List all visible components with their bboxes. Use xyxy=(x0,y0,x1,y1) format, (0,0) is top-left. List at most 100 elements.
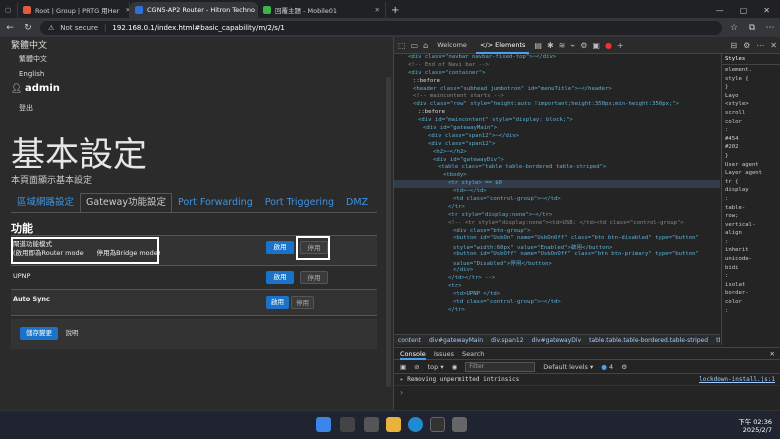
tab-elements[interactable]: </> Elements xyxy=(475,37,530,54)
maximize-icon[interactable]: ▢ xyxy=(740,6,748,15)
issues-icon[interactable]: ⊟ xyxy=(730,41,737,50)
more-icon[interactable]: ⋯ xyxy=(756,41,764,50)
dom-node-line[interactable]: <div id="gatewayDiv"> xyxy=(394,157,720,165)
inspect-icon[interactable]: ⬚ xyxy=(398,41,406,50)
back-icon[interactable]: ← xyxy=(4,23,16,33)
breadcrumb-item[interactable]: div.span12 xyxy=(491,337,524,344)
url-text[interactable]: 192.168.0.1/index.html#basic_capability/… xyxy=(112,24,284,32)
console-prompt[interactable]: › xyxy=(394,386,780,399)
tab-welcome[interactable]: Welcome xyxy=(433,37,471,54)
clock[interactable]: 下午 02:36 2025/2/7 xyxy=(738,418,772,434)
console-settings-icon[interactable]: ⚙ xyxy=(621,363,627,371)
breadcrumb-item[interactable]: div#gatewayDiv xyxy=(532,337,582,344)
settings-icon[interactable]: ⚙ xyxy=(743,41,750,50)
close-icon[interactable]: ✕ xyxy=(119,6,129,14)
dom-node-line[interactable]: <tr style> == $0 xyxy=(394,180,720,189)
dom-node-line[interactable]: <button id="UsbOn" name="UsbOnOff" class… xyxy=(394,235,720,243)
dom-node-line[interactable]: <!-- maincontent starts --> xyxy=(394,93,720,101)
dom-node-line[interactable]: <td class="control-group">⋯</td> xyxy=(394,299,720,307)
new-tab-button[interactable]: + xyxy=(386,2,404,18)
tab-issues[interactable]: Issues xyxy=(434,350,454,358)
breadcrumb-item[interactable]: content xyxy=(398,337,421,344)
dom-node-line[interactable]: <div class="span12">⋯</div> xyxy=(394,133,720,141)
dom-node-line[interactable]: <tr style="display:none">⋯</tr> xyxy=(394,212,720,220)
dom-node-line[interactable]: <tbody> xyxy=(394,172,720,180)
upnp-enable-button[interactable]: 啟用 xyxy=(266,271,294,284)
star-icon[interactable]: ☆ xyxy=(728,23,740,33)
context-select[interactable]: top ▾ xyxy=(428,363,444,371)
help-button[interactable]: 說明 xyxy=(62,327,82,340)
gateway-enable-button[interactable]: 啟用 xyxy=(266,241,294,254)
dom-node-line[interactable]: ::before xyxy=(394,78,720,86)
start-icon[interactable] xyxy=(316,417,331,432)
tab-port-triggering[interactable]: Port Triggering xyxy=(259,193,340,213)
dom-node-line[interactable]: <div class="navbar navbar-fixed-top">⋯</… xyxy=(394,54,720,62)
device-icon[interactable]: ▭ xyxy=(411,41,419,50)
dom-node-line[interactable]: <div id="gatewayMain"> xyxy=(394,125,720,133)
upnp-disable-button[interactable]: 停用 xyxy=(300,271,328,284)
dom-node-line[interactable]: <div id="maincontent" style="display: bl… xyxy=(394,117,720,125)
eye-icon[interactable]: ◉ xyxy=(452,363,458,371)
dom-node-line[interactable]: </div> xyxy=(394,267,720,275)
application-icon[interactable]: ▣ xyxy=(592,41,600,50)
autosync-disable-button[interactable]: 停用 xyxy=(291,296,314,309)
save-button[interactable]: 儲存變更 xyxy=(20,327,58,340)
dom-node-line[interactable]: <td>UPNP </td> xyxy=(394,291,720,299)
dom-node-line[interactable]: <div class="span12"> xyxy=(394,141,720,149)
filter-input[interactable]: Filter xyxy=(465,361,536,372)
terminal-icon[interactable] xyxy=(430,417,445,432)
autosync-enable-button[interactable]: 啟用 xyxy=(266,296,289,309)
url-box[interactable]: ⚠ Not secure | 192.168.0.1/index.html#ba… xyxy=(40,20,722,35)
dom-node-line[interactable]: <div class="row" style="height:auto !imp… xyxy=(394,101,720,109)
breadcrumb-item[interactable]: table.table.table-bordered.table-striped xyxy=(589,337,708,344)
dom-node-line[interactable]: <td>⋯</td> xyxy=(394,188,720,196)
app-icon[interactable] xyxy=(452,417,467,432)
browser-tab-prtg[interactable]: Root | Group | PRTG 用Her ✕ xyxy=(18,2,130,18)
close-window-icon[interactable]: ✕ xyxy=(763,6,770,15)
dom-node-line[interactable]: <!-- <tr style="display:none"><td>USB: <… xyxy=(394,220,720,228)
issues-counter[interactable]: ● 4 xyxy=(601,363,613,371)
dom-node-line[interactable]: style="width:60px" value="Enabled">啟用</b… xyxy=(394,243,720,251)
source-link[interactable]: lockdown-install.js:1 xyxy=(699,376,775,383)
tab-search[interactable]: Search xyxy=(462,350,484,358)
dom-node-line[interactable]: <h2>⋯</h2> xyxy=(394,149,720,157)
dom-node-line[interactable]: value="Disabled">停用</button> xyxy=(394,259,720,267)
browser-tab-mobile01[interactable]: 回覆主題 - Mobile01 ✕ xyxy=(258,2,386,18)
memory-icon[interactable]: ⚙ xyxy=(580,41,587,50)
language-option-en[interactable]: English xyxy=(19,70,44,78)
dom-node-line[interactable]: <!-- End of Navi bar --> xyxy=(394,62,720,70)
edge-icon[interactable] xyxy=(408,417,423,432)
network-icon[interactable]: ≋ xyxy=(559,41,566,50)
tab-gateway[interactable]: Gateway功能設定 xyxy=(80,193,172,213)
home-icon[interactable]: ⌂ xyxy=(423,41,428,50)
breadcrumb-item[interactable]: tbody xyxy=(716,337,720,344)
file-explorer-icon[interactable] xyxy=(386,417,401,432)
tab-console[interactable]: Console xyxy=(400,348,426,360)
window-menu[interactable]: ▢ xyxy=(0,2,18,18)
dom-node-line[interactable]: <tr> xyxy=(394,283,720,291)
dom-node-line[interactable]: <button id="UsbOff" name="UsbOnOff" clas… xyxy=(394,251,720,259)
styles-tab[interactable]: Styles xyxy=(722,54,780,65)
refresh-icon[interactable]: ↻ xyxy=(22,23,34,33)
clear-console-icon[interactable]: ⊘ xyxy=(414,363,419,371)
browser-tab-router[interactable]: CGN5-AP2 Router - Hitron Techno ✕ xyxy=(130,2,258,18)
language-option-zh[interactable]: 繁體中文 xyxy=(19,54,47,64)
more-tools-icon[interactable]: + xyxy=(617,41,624,50)
dom-node-line[interactable]: </tr> xyxy=(394,204,720,212)
tab-lan[interactable]: 區域網路設定 xyxy=(11,193,80,213)
dom-node-line[interactable]: <header class="subhead jumbotron" id="me… xyxy=(394,86,720,94)
close-icon[interactable]: ✕ xyxy=(369,6,380,14)
breadcrumb-item[interactable]: div#gatewayMain xyxy=(429,337,483,344)
menu-icon[interactable]: ⋯ xyxy=(764,23,776,33)
alert-icon[interactable]: ● xyxy=(605,41,612,50)
bug-icon[interactable]: ✱ xyxy=(547,41,554,50)
logout-link[interactable]: 登出 xyxy=(19,103,33,113)
tab-port-forwarding[interactable]: Port Forwarding xyxy=(172,193,259,213)
task-view-icon[interactable] xyxy=(364,417,379,432)
minimize-icon[interactable]: — xyxy=(716,6,724,15)
dom-node-line[interactable]: <div class="container"> xyxy=(394,70,720,78)
dom-node-line[interactable]: </tr> xyxy=(394,307,720,315)
close-devtools-icon[interactable]: ✕ xyxy=(770,41,777,50)
page-scrollbar[interactable] xyxy=(386,77,391,387)
dom-node-line[interactable]: </td></tr> --> xyxy=(394,275,720,283)
